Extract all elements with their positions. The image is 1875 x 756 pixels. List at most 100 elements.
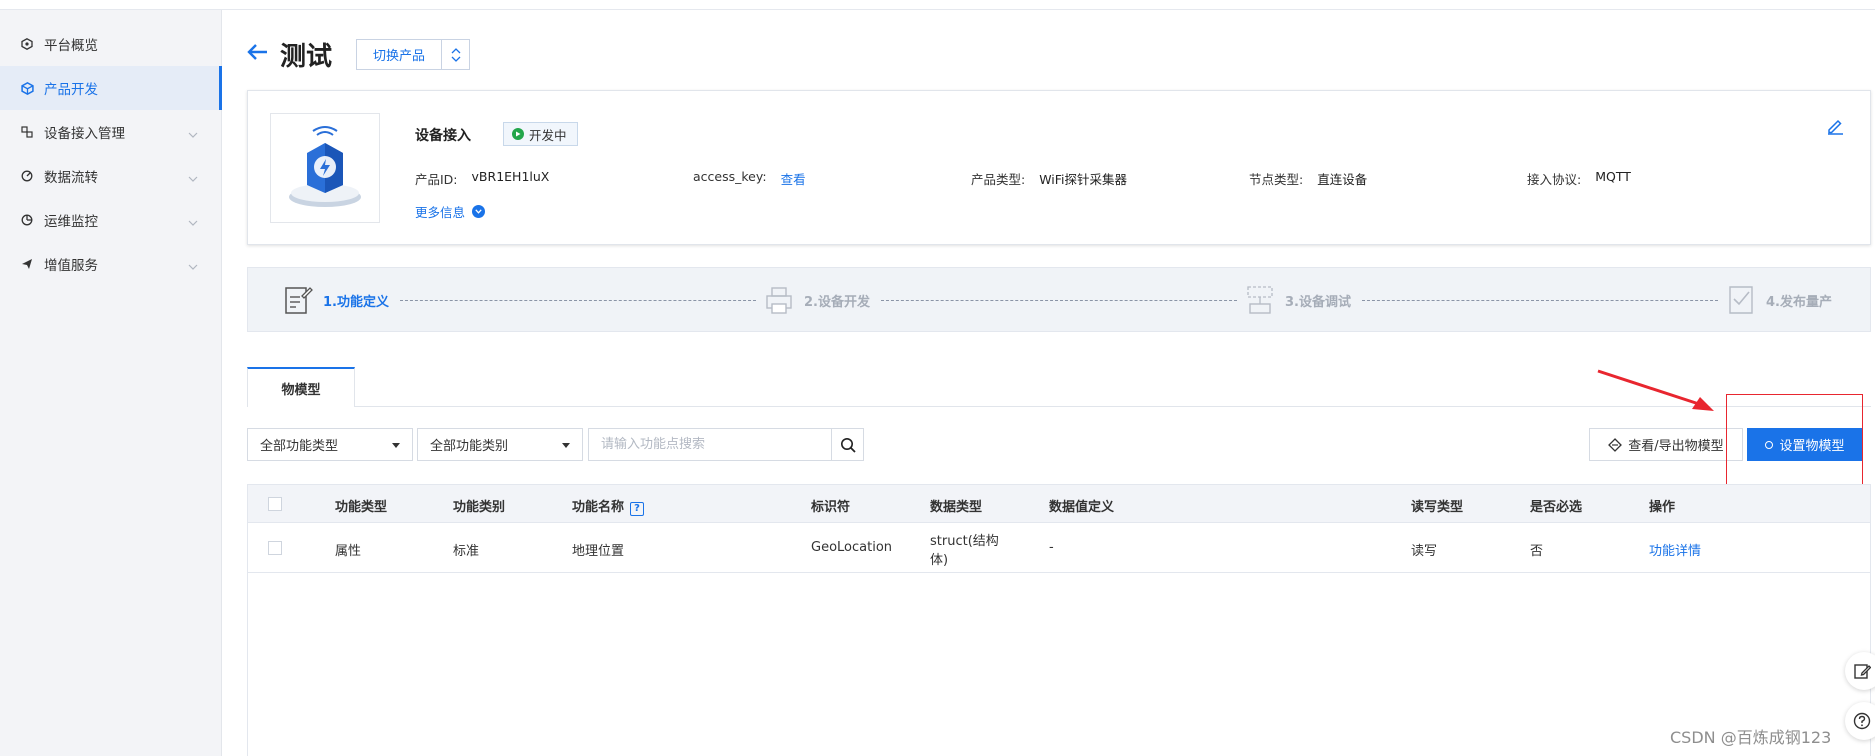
function-type-select[interactable]: 全部功能类型 — [247, 428, 413, 461]
field-key: 产品ID: — [415, 172, 458, 187]
field-node-type: 节点类型: 直连设备 — [1249, 169, 1367, 188]
diamond-icon — [1608, 437, 1623, 452]
column-header: 是否必选 — [1530, 500, 1583, 515]
watermark-text: CSDN @百炼成钢123 — [1670, 728, 1832, 747]
switch-product-button[interactable]: 切换产品 — [356, 39, 470, 70]
sidebar-item-data-flow[interactable]: 数据流转 — [0, 154, 222, 198]
view-access-key-link[interactable]: 查看 — [781, 169, 806, 188]
switch-product-label: 切换产品 — [372, 49, 425, 64]
back-arrow-icon[interactable] — [246, 40, 270, 64]
edit-pencil-icon[interactable] — [1826, 117, 1844, 135]
field-value: 直连设备 — [1317, 172, 1368, 187]
status-text: 开发中 — [529, 127, 567, 143]
development-steps: 1.功能定义 2.设备开发 3.设备调试 4.发布量产 — [247, 267, 1871, 332]
column-header: 功能类别 — [453, 500, 506, 515]
step-connector — [1362, 300, 1718, 301]
device-access-icon — [20, 125, 34, 139]
sidebar-item-label: 平台概览 — [44, 38, 98, 54]
tab-thing-model[interactable]: 物模型 — [247, 367, 355, 407]
cell-value-definition: - — [1049, 540, 1054, 555]
up-down-chevron-icon[interactable] — [441, 40, 469, 69]
chevron-down-icon — [188, 126, 198, 142]
chevron-down-icon — [472, 205, 486, 218]
search-input[interactable] — [589, 429, 832, 460]
sidebar-item-label: 数据流转 — [44, 170, 98, 186]
step-connector — [400, 300, 756, 301]
cell-func-name: 地理位置 — [572, 544, 625, 559]
more-info-label: 更多信息 — [415, 205, 466, 220]
page-title: 测试 — [280, 42, 333, 72]
sidebar-item-product-dev[interactable]: 产品开发 — [0, 66, 222, 110]
cell-data-type-line1: struct(结构 — [930, 534, 999, 549]
column-header: 读写类型 — [1411, 500, 1464, 515]
product-name: 设备接入 — [415, 128, 471, 144]
cell-func-type: 属性 — [335, 544, 362, 559]
product-cube-icon — [20, 81, 34, 95]
function-search — [588, 428, 864, 461]
cell-required: 否 — [1530, 544, 1544, 559]
debug-flow-icon — [1247, 286, 1273, 314]
annotation-arrow — [1597, 369, 1714, 411]
platform-overview-icon — [20, 37, 34, 51]
step-function-definition[interactable]: 1.功能定义 — [283, 284, 389, 316]
field-key: 接入协议: — [1527, 172, 1582, 187]
field-value: WiFi探针采集器 — [1039, 172, 1128, 187]
thing-model-table: 功能类型 功能类别 功能名称? 标识符 数据类型 数据值定义 读写类型 是否必选… — [247, 484, 1871, 756]
top-bar — [0, 0, 1875, 10]
column-header: 标识符 — [811, 500, 851, 515]
field-product-id: 产品ID: vBR1EH1luX — [415, 169, 549, 188]
play-status-icon — [512, 128, 524, 140]
sidebar-item-ops-monitor[interactable]: 运维监控 — [0, 198, 222, 242]
field-key: 节点类型: — [1249, 172, 1304, 187]
column-header: 操作 — [1649, 500, 1676, 515]
sidebar-item-label: 运维监控 — [44, 214, 98, 230]
column-header: 功能名称 — [572, 500, 625, 515]
button-label: 查看/导出物模型 — [1628, 439, 1724, 454]
column-header: 数据类型 — [930, 500, 983, 515]
field-product-type: 产品类型: WiFi探针采集器 — [971, 169, 1127, 188]
field-value: MQTT — [1595, 169, 1631, 184]
feedback-float-button[interactable] — [1845, 652, 1875, 690]
chevron-down-icon — [188, 258, 198, 274]
help-float-button[interactable] — [1845, 702, 1875, 740]
document-edit-icon — [285, 287, 313, 314]
step-label: 2.设备开发 — [804, 294, 870, 310]
cell-data-type-line2: 体) — [930, 553, 949, 568]
caret-down-icon — [562, 443, 570, 448]
function-category-select[interactable]: 全部功能类别 — [417, 428, 583, 461]
step-connector — [881, 300, 1237, 301]
step-device-debug[interactable]: 3.设备调试 — [1245, 284, 1351, 316]
select-all-checkbox[interactable] — [268, 497, 282, 511]
step-label: 4.发布量产 — [1766, 294, 1832, 310]
product-info-card: 设备接入 开发中 产品ID: vBR1EH1luX access_key: 查看… — [247, 90, 1871, 245]
sidebar-item-label: 设备接入管理 — [44, 126, 125, 142]
function-details-link[interactable]: 功能详情 — [1649, 540, 1701, 559]
search-icon[interactable] — [831, 429, 863, 460]
caret-down-icon — [392, 443, 400, 448]
sidebar-item-platform-overview[interactable]: 平台概览 — [0, 22, 222, 66]
table-row: 属性 标准 地理位置 GeoLocation struct(结构 体) - 读写… — [248, 523, 1870, 573]
row-checkbox[interactable] — [268, 541, 282, 555]
column-header: 功能类型 — [335, 500, 388, 515]
sidebar-item-device-access[interactable]: 设备接入管理 — [0, 110, 222, 154]
field-protocol: 接入协议: MQTT — [1527, 169, 1631, 188]
cell-rw-type: 读写 — [1411, 544, 1438, 559]
sidebar-item-value-added[interactable]: 增值服务 — [0, 242, 222, 286]
column-header: 数据值定义 — [1049, 500, 1115, 515]
product-image — [270, 113, 380, 223]
printer-icon — [766, 287, 792, 314]
step-release-production[interactable]: 4.发布量产 — [1726, 284, 1832, 316]
sidebar: 平台概览 产品开发 设备接入管理 数据流转 运维监控 增值服务 — [0, 10, 222, 756]
cell-identifier: GeoLocation — [811, 540, 893, 555]
sidebar-item-label: 产品开发 — [44, 82, 98, 98]
question-circle-icon — [1853, 712, 1871, 730]
edit-note-icon — [1854, 664, 1871, 679]
step-label: 3.设备调试 — [1285, 294, 1351, 310]
step-device-development[interactable]: 2.设备开发 — [764, 284, 870, 316]
field-value: vBR1EH1luX — [471, 169, 550, 184]
more-info-toggle[interactable]: 更多信息 — [415, 202, 486, 221]
help-icon[interactable]: ? — [630, 501, 645, 516]
view-export-thing-model-button[interactable]: 查看/导出物模型 — [1589, 428, 1743, 461]
checklist-icon — [1729, 286, 1753, 314]
sidebar-item-label: 增值服务 — [44, 258, 98, 274]
